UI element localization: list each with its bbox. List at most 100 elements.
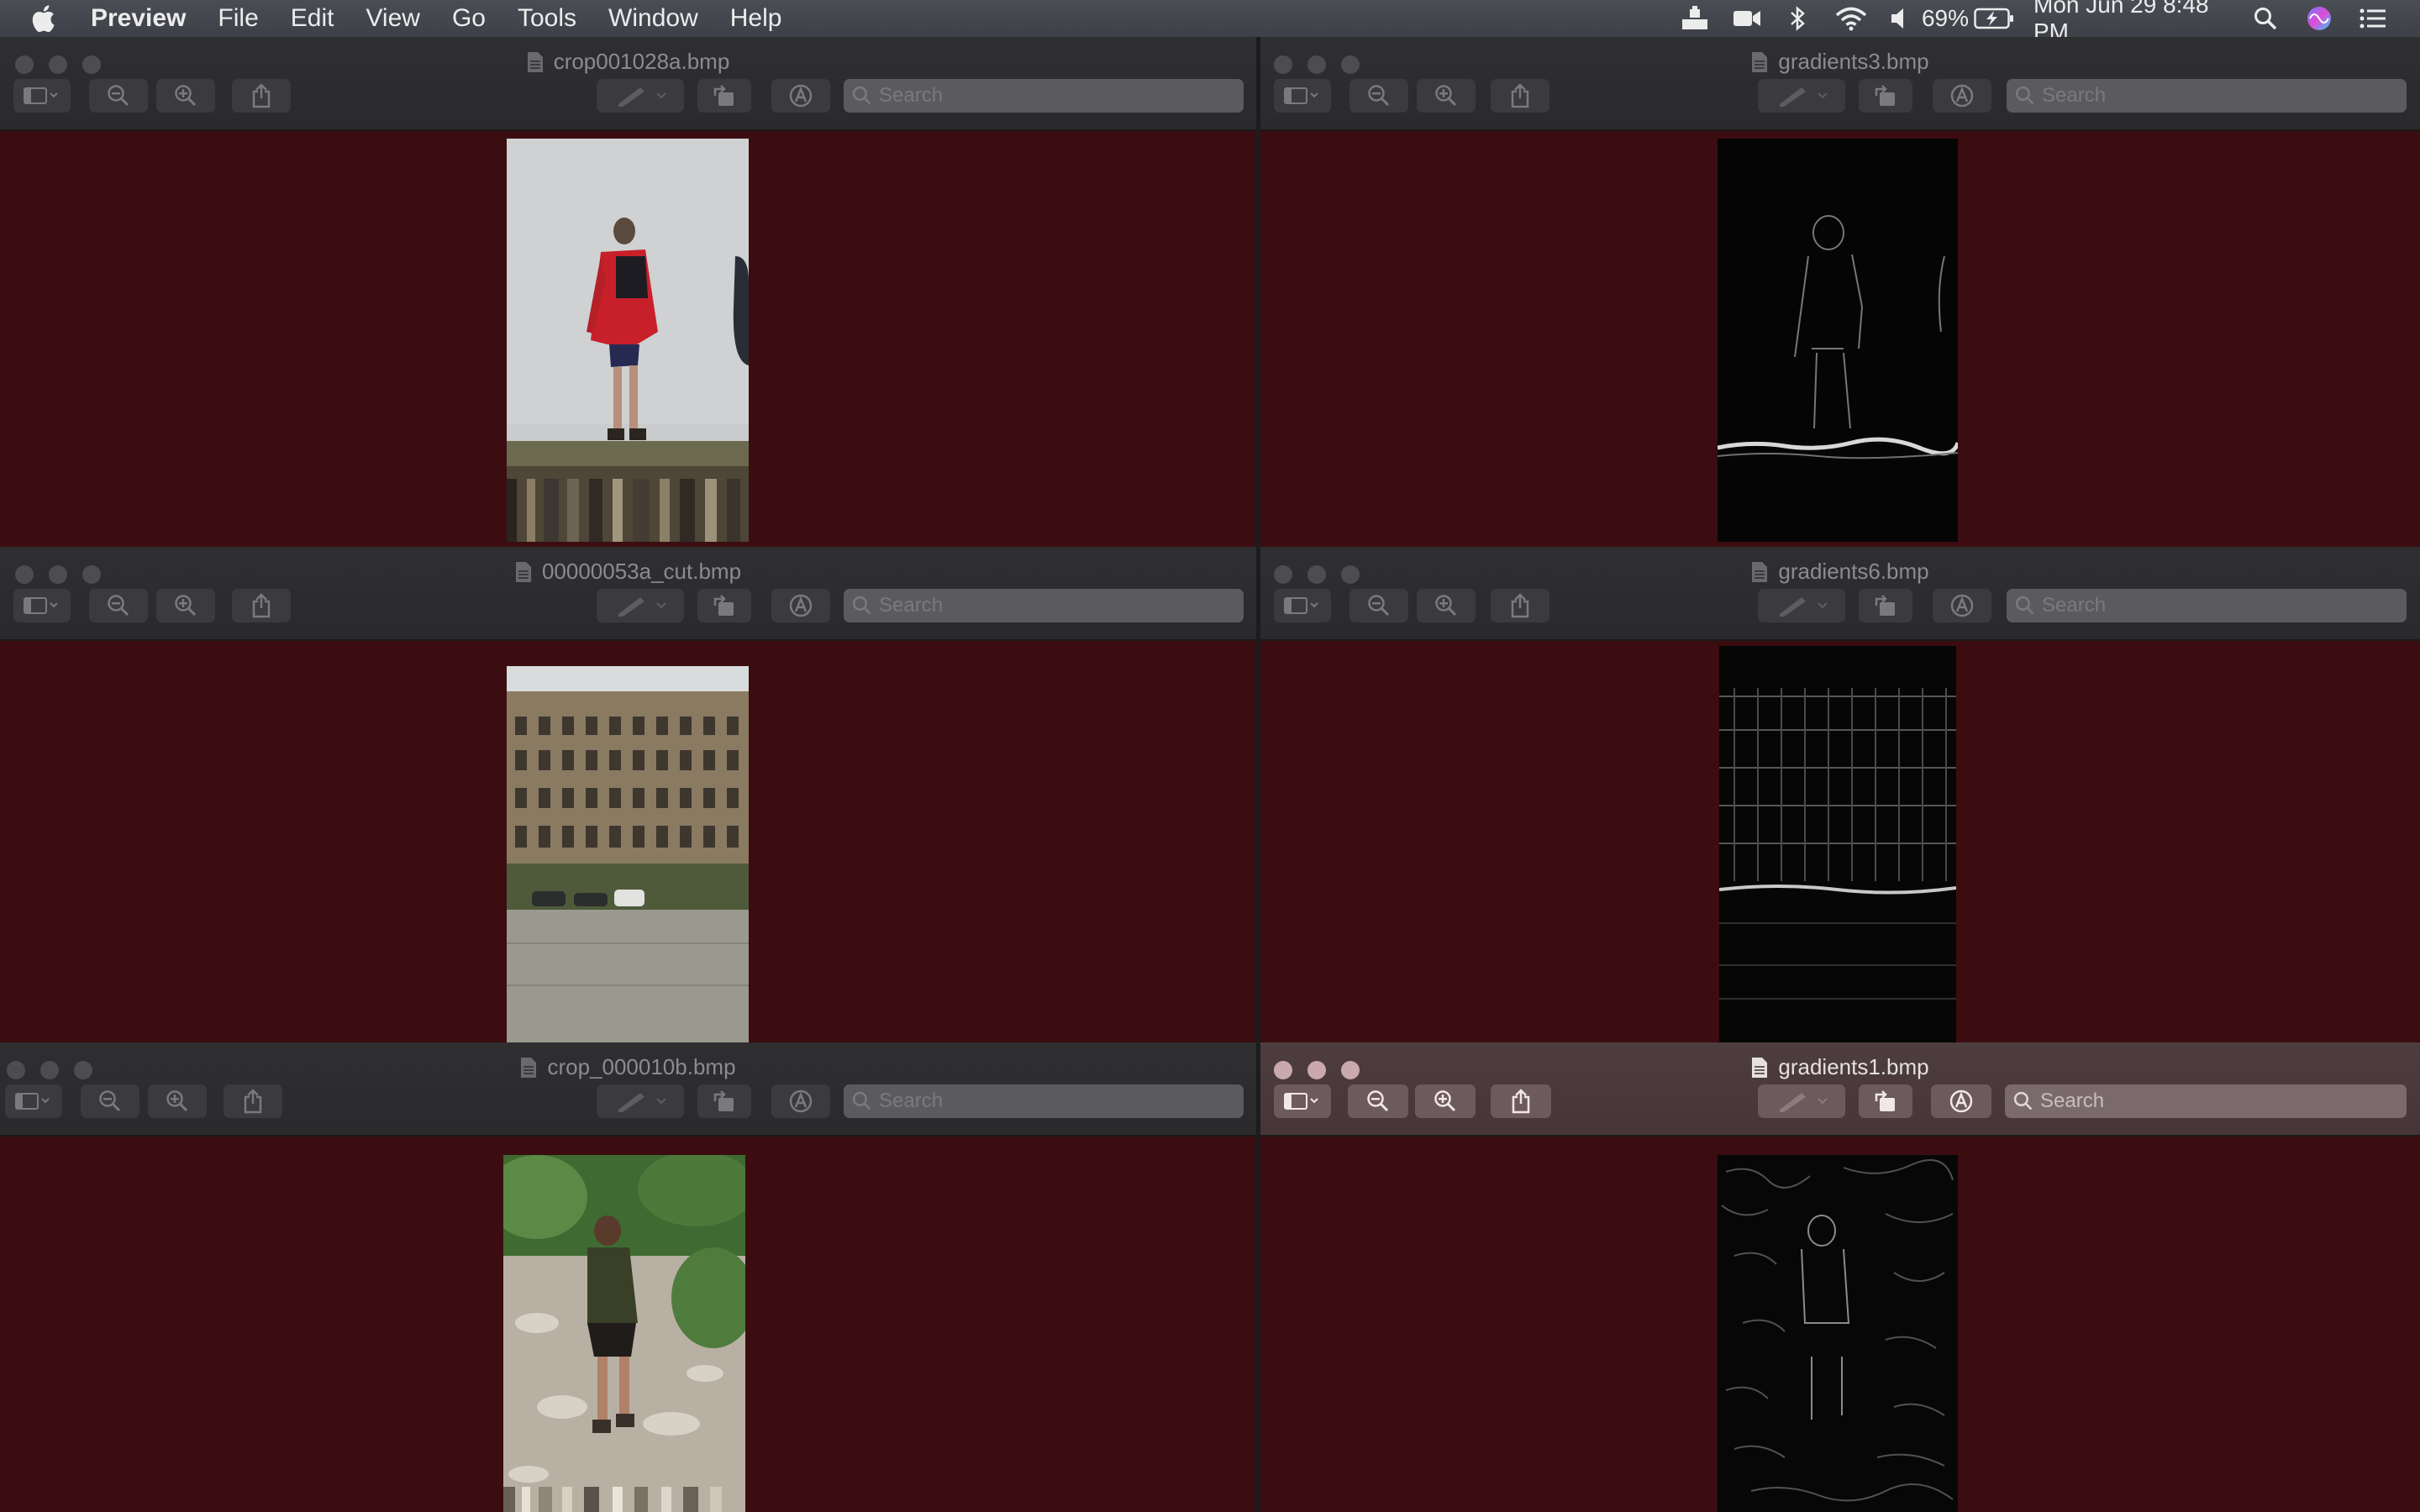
- share-button[interactable]: [1491, 589, 1549, 622]
- bluetooth-icon[interactable]: [1773, 0, 1823, 37]
- sidebar-toggle-button[interactable]: [13, 79, 71, 113]
- annotate-button[interactable]: [771, 589, 830, 622]
- markup-pen-button[interactable]: [597, 1084, 684, 1118]
- apple-icon[interactable]: [30, 4, 59, 33]
- list-icon[interactable]: [2346, 0, 2400, 37]
- document-icon: [1752, 51, 1768, 72]
- annotate-button[interactable]: [771, 1084, 830, 1118]
- menu-help[interactable]: Help: [730, 4, 782, 33]
- siri-icon[interactable]: [2292, 0, 2346, 37]
- rotate-button[interactable]: [697, 79, 751, 113]
- user-switch-icon[interactable]: [1669, 0, 1721, 37]
- sidebar-icon: [24, 87, 58, 104]
- zoom-in-button[interactable]: [156, 79, 215, 113]
- search-field[interactable]: Search: [2007, 79, 2407, 113]
- share-button[interactable]: [1491, 79, 1549, 113]
- preview-window-gradients1[interactable]: gradients1.bmp Search: [1260, 1042, 2420, 1512]
- zoom-in-button[interactable]: [156, 589, 215, 622]
- sidebar-toggle-button[interactable]: [1274, 1084, 1331, 1118]
- share-button[interactable]: [1491, 1084, 1551, 1118]
- zoom-out-button[interactable]: [1349, 79, 1408, 113]
- image-gradient-street: [1719, 646, 1956, 1042]
- window-title: crop001028a.bmp: [0, 49, 1256, 75]
- share-button[interactable]: [232, 79, 291, 113]
- menu-app-preview[interactable]: Preview: [91, 4, 186, 33]
- zoom-out-button[interactable]: [1349, 589, 1408, 622]
- battery-percent: 69%: [1921, 5, 1970, 31]
- battery-icon[interactable]: [1968, 0, 2020, 37]
- zoom-in-button[interactable]: [148, 1084, 207, 1118]
- markup-pen-button[interactable]: [1758, 1084, 1845, 1118]
- rotate-button[interactable]: [697, 1084, 751, 1118]
- search-field[interactable]: Search: [844, 79, 1244, 113]
- markup-pen-icon: [1780, 87, 1828, 107]
- markup-pen-icon: [618, 1093, 666, 1112]
- search-field[interactable]: Search: [2007, 589, 2407, 622]
- menu-bar: Preview File Edit View Go Tools Window H…: [0, 0, 2420, 45]
- zoom-out-button[interactable]: [1348, 1084, 1408, 1118]
- menu-go[interactable]: Go: [452, 4, 486, 33]
- rotate-button[interactable]: [1859, 1084, 1912, 1118]
- annotate-icon: [789, 594, 813, 617]
- image-canvas: [0, 131, 1256, 547]
- menu-edit[interactable]: Edit: [291, 4, 334, 33]
- zoom-in-button[interactable]: [1417, 79, 1476, 113]
- preview-window-gradients3[interactable]: gradients3.bmp Search: [1260, 37, 2420, 547]
- zoom-in-button[interactable]: [1417, 589, 1476, 622]
- window-titlebar[interactable]: 00000053a_cut.bmp Search: [0, 547, 1256, 641]
- menu-view[interactable]: View: [366, 4, 419, 33]
- image-canvas: [0, 641, 1256, 1042]
- volume-icon[interactable]: [1879, 0, 1923, 37]
- zoom-out-icon: [1367, 1090, 1389, 1112]
- annotate-button[interactable]: [1933, 589, 1991, 622]
- sidebar-icon: [1284, 1093, 1318, 1110]
- window-titlebar[interactable]: gradients6.bmp Search: [1260, 547, 2420, 641]
- search-field[interactable]: Search: [844, 1084, 1244, 1118]
- search-field[interactable]: Search: [844, 589, 1244, 622]
- sidebar-toggle-button[interactable]: [1274, 79, 1331, 113]
- zoom-in-button[interactable]: [1415, 1084, 1476, 1118]
- markup-pen-button[interactable]: [1758, 589, 1845, 622]
- image-canvas: [0, 1137, 1256, 1512]
- annotate-button[interactable]: [771, 79, 830, 113]
- wifi-icon[interactable]: [1823, 0, 1879, 37]
- menu-window[interactable]: Window: [608, 4, 698, 33]
- share-button[interactable]: [232, 589, 291, 622]
- markup-pen-button[interactable]: [1758, 79, 1845, 113]
- menu-tools[interactable]: Tools: [518, 4, 576, 33]
- document-icon: [1752, 1057, 1768, 1078]
- rotate-icon: [1875, 85, 1895, 106]
- window-titlebar[interactable]: gradients1.bmp Search: [1260, 1042, 2420, 1137]
- window-title-text: gradients1.bmp: [1778, 1054, 1929, 1079]
- window-titlebar[interactable]: gradients3.bmp Search: [1260, 37, 2420, 131]
- search-field[interactable]: Search: [2005, 1084, 2407, 1118]
- sidebar-toggle-button[interactable]: [13, 589, 71, 622]
- menu-file[interactable]: File: [218, 4, 258, 33]
- preview-window-crop-000010b[interactable]: crop_000010b.bmp Search: [0, 1042, 1256, 1512]
- share-button[interactable]: [224, 1084, 282, 1118]
- sidebar-toggle-button[interactable]: [5, 1084, 62, 1118]
- preview-window-crop001028a[interactable]: crop001028a.bmp Search: [0, 37, 1256, 547]
- zoom-out-button[interactable]: [81, 1084, 139, 1118]
- zoom-out-button[interactable]: [89, 589, 148, 622]
- zoom-out-button[interactable]: [89, 79, 148, 113]
- zoom-out-icon: [1368, 85, 1390, 107]
- rotate-button[interactable]: [1859, 79, 1912, 113]
- window-titlebar[interactable]: crop001028a.bmp Search: [0, 37, 1256, 131]
- annotate-button[interactable]: [1931, 1084, 1991, 1118]
- window-titlebar[interactable]: crop_000010b.bmp Search: [0, 1042, 1256, 1137]
- rotate-icon: [713, 85, 734, 106]
- clock[interactable]: Mon Jun 29 8:48 PM: [2020, 0, 2238, 45]
- annotate-button[interactable]: [1933, 79, 1991, 113]
- rotate-button[interactable]: [697, 589, 751, 622]
- preview-window-gradients6[interactable]: gradients6.bmp Search: [1260, 547, 2420, 1042]
- sidebar-toggle-button[interactable]: [1274, 589, 1331, 622]
- rotate-button[interactable]: [1859, 589, 1912, 622]
- zoom-in-icon: [175, 595, 197, 617]
- markup-pen-button[interactable]: [597, 79, 684, 113]
- preview-window-00000053a-cut[interactable]: 00000053a_cut.bmp Search: [0, 547, 1256, 1042]
- camera-icon[interactable]: [1721, 0, 1773, 37]
- spotlight-search-icon[interactable]: [2238, 0, 2292, 37]
- markup-pen-button[interactable]: [597, 589, 684, 622]
- image-street-building: [507, 666, 749, 1042]
